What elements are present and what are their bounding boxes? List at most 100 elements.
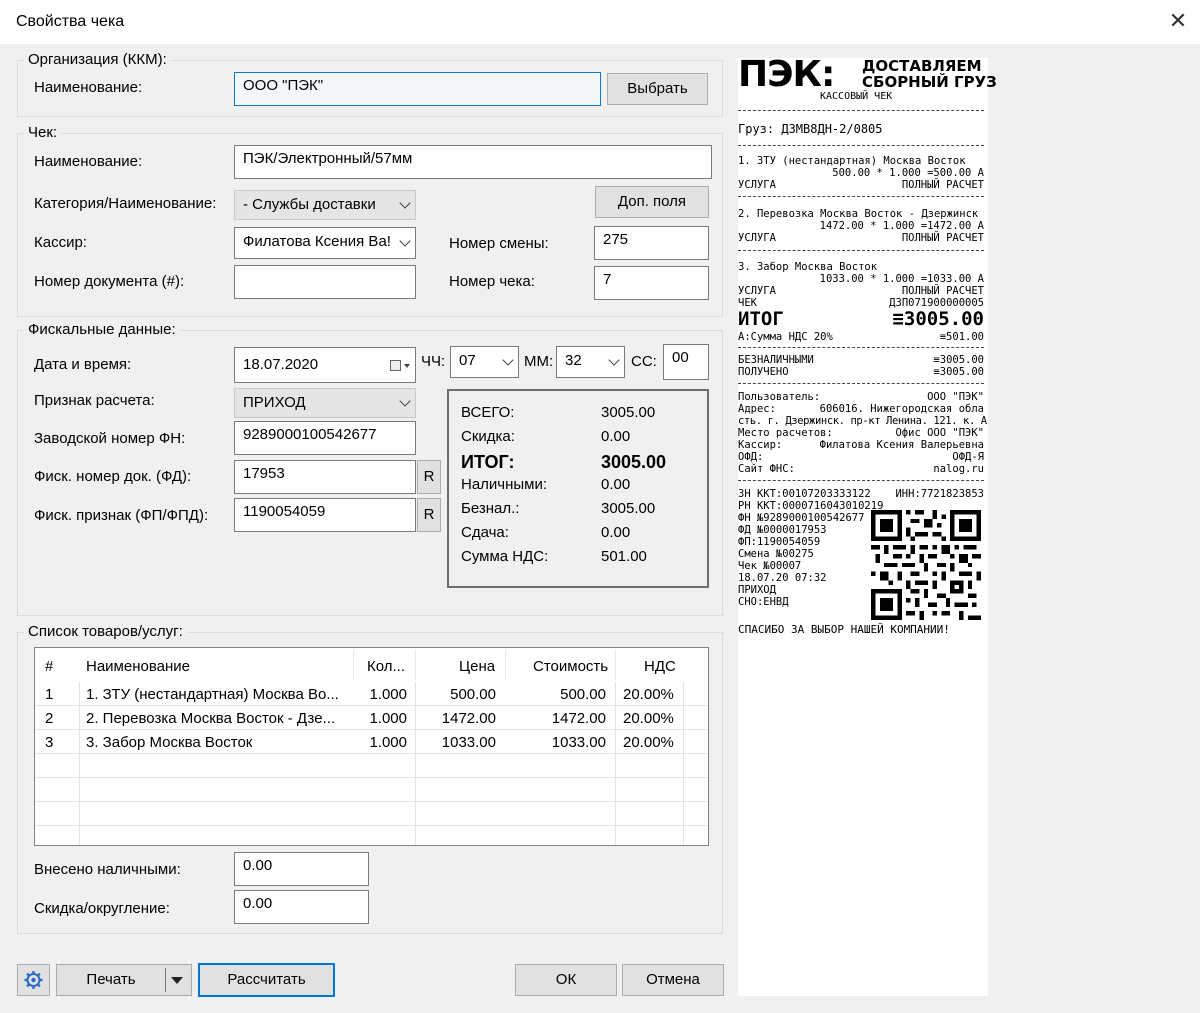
table-cell[interactable]: 1472.00 bbox=[525, 710, 606, 727]
change-value: 0.00 bbox=[601, 524, 631, 541]
receipt-shift: Смена №00275 bbox=[738, 548, 814, 560]
hh-combo[interactable]: 07 bbox=[450, 346, 519, 378]
receipt-sign: ПРИХОД bbox=[738, 584, 776, 596]
table-cell[interactable]: 2 bbox=[45, 710, 53, 727]
receipt-fp: ФП:1190054059 bbox=[738, 536, 821, 548]
receipt-vat-label: А:Сумма НДС 20% bbox=[738, 331, 833, 343]
table-cell[interactable]: 20.00% bbox=[623, 710, 674, 727]
cancel-button[interactable]: Отмена bbox=[622, 964, 724, 996]
receipt-itog-label: ИТОГ bbox=[738, 308, 784, 330]
date-field[interactable]: 18.07.2020 bbox=[234, 347, 416, 383]
receipt-cargo: Груз: ДЗМВ8ДН-2/0805 bbox=[738, 122, 883, 136]
col-header-price[interactable]: Цена bbox=[459, 658, 495, 675]
table-cell[interactable]: 1 bbox=[45, 686, 53, 703]
cashier-combo[interactable]: Филатова Ксения Ва! bbox=[234, 227, 416, 259]
receipt-place-value: Офис ООО "ПЭК" bbox=[895, 427, 984, 439]
receipt-item1-calc: 500.00 * 1.000 =500.00 А bbox=[832, 167, 984, 179]
table-cell[interactable]: 20.00% bbox=[623, 734, 674, 751]
receipt-addr-value-1: 606016. Нижегородская обла bbox=[819, 403, 984, 415]
title-bar bbox=[0, 0, 1200, 44]
ss-label: СС: bbox=[631, 353, 657, 370]
col-header-vat[interactable]: НДС bbox=[644, 658, 676, 675]
checknum-field[interactable]: 7 bbox=[594, 266, 709, 300]
choose-org-button[interactable]: Выбрать bbox=[607, 73, 708, 105]
ss-field[interactable]: 00 bbox=[663, 344, 709, 380]
docnum-field[interactable] bbox=[234, 265, 416, 299]
dropdown-arrow-icon[interactable] bbox=[171, 977, 183, 984]
receipt-fn: ФН №9289000100542677 bbox=[738, 512, 865, 524]
col-header-num[interactable]: # bbox=[45, 658, 53, 675]
receipt-user-value: ООО "ПЭК" bbox=[927, 391, 984, 403]
table-cell[interactable]: 500.00 bbox=[425, 686, 496, 703]
cash-in-field[interactable]: 0.00 bbox=[234, 852, 369, 886]
hh-value: 07 bbox=[459, 352, 476, 369]
print-button-label[interactable]: Печать bbox=[57, 965, 165, 995]
header-separator bbox=[415, 650, 416, 680]
fp-field[interactable]: 1190054059 bbox=[234, 498, 416, 532]
table-cell[interactable]: 1.000 bbox=[353, 734, 407, 751]
table-cell[interactable]: 20.00% bbox=[623, 686, 674, 703]
org-name-field[interactable]: ООО "ПЭК" bbox=[234, 72, 601, 106]
receipt-divider bbox=[738, 196, 984, 197]
table-cell[interactable]: 1033.00 bbox=[525, 734, 606, 751]
receipt-preview: ПЭК: ДОСТАВЛЯЕМ СБОРНЫЙ ГРУЗ КАССОВЫЙ ЧЕ… bbox=[738, 54, 997, 996]
mm-label: ММ: bbox=[524, 353, 554, 370]
rounding-label: Скидка/округление: bbox=[34, 900, 170, 917]
receipt-divider bbox=[738, 480, 984, 481]
receipt-slogan-2: СБОРНЫЙ ГРУЗ bbox=[862, 73, 997, 91]
receipt-noncash-label: БЕЗНАЛИЧНЫМИ bbox=[738, 354, 814, 366]
check-name-field[interactable]: ПЭК/Электронный/57мм bbox=[234, 145, 712, 179]
receipt-user-label: Пользователь: bbox=[738, 391, 821, 403]
col-header-name[interactable]: Наименование bbox=[86, 658, 190, 675]
receipt-ofd-label: ОФД: bbox=[738, 451, 764, 463]
receipt-logo: ПЭК: bbox=[738, 54, 835, 95]
col-header-qty[interactable]: Кол... bbox=[367, 658, 405, 675]
fn-field[interactable]: 9289000100542677 bbox=[234, 421, 416, 455]
table-cell[interactable]: 1.000 bbox=[353, 710, 407, 727]
table-cell[interactable]: 1472.00 bbox=[425, 710, 496, 727]
org-group-label: Организация (ККМ): bbox=[24, 51, 171, 68]
rounding-field[interactable]: 0.00 bbox=[234, 890, 369, 924]
chevron-down-icon bbox=[608, 354, 620, 366]
goods-table[interactable]: # Наименование Кол... Цена Стоимость НДС… bbox=[34, 647, 709, 846]
shift-field[interactable]: 275 bbox=[594, 226, 709, 260]
table-cell[interactable]: 1. ЗТУ (нестандартная) Москва Во... bbox=[86, 686, 348, 703]
sign-combo[interactable]: ПРИХОД bbox=[234, 388, 416, 418]
fn-label: Заводской номер ФН: bbox=[34, 430, 186, 447]
receipt-item1-type: УСЛУГА bbox=[738, 179, 776, 191]
fp-refresh-button[interactable]: R bbox=[417, 498, 441, 532]
fd-refresh-button[interactable]: R bbox=[417, 460, 441, 494]
print-split-button[interactable]: Печать bbox=[56, 964, 192, 996]
table-cell[interactable]: 500.00 bbox=[525, 686, 606, 703]
grid-line bbox=[683, 682, 684, 845]
settings-button[interactable] bbox=[17, 964, 50, 996]
card-label: Безнал.: bbox=[461, 500, 520, 517]
mm-combo[interactable]: 32 bbox=[556, 346, 625, 378]
receipt-cashier-label: Кассир: bbox=[738, 439, 783, 451]
table-cell[interactable]: 1033.00 bbox=[425, 734, 496, 751]
calculate-button[interactable]: Рассчитать bbox=[198, 963, 335, 997]
table-cell[interactable]: 1.000 bbox=[353, 686, 407, 703]
grid-line bbox=[415, 682, 416, 845]
category-combo[interactable]: - Службы доставки bbox=[234, 190, 416, 220]
goods-group-label: Список товаров/услуг: bbox=[24, 623, 187, 640]
sign-label: Признак расчета: bbox=[34, 392, 155, 409]
qr-code bbox=[871, 510, 981, 620]
close-icon[interactable]: ✕ bbox=[1163, 6, 1193, 36]
calendar-icon[interactable] bbox=[390, 360, 401, 371]
table-cell[interactable]: 2. Перевозка Москва Восток - Дзе... bbox=[86, 710, 348, 727]
fd-label: Фиск. номер док. (ФД): bbox=[34, 468, 192, 485]
table-cell[interactable]: 3 bbox=[45, 734, 53, 751]
grid-line bbox=[79, 682, 80, 845]
header-separator bbox=[615, 650, 616, 680]
receipt-thanks: СПАСИБО ЗА ВЫБОР НАШЕЙ КОМПАНИИ! bbox=[738, 623, 950, 636]
table-cell[interactable]: 3. Забор Москва Восток bbox=[86, 734, 348, 751]
receipt-item2-calc: 1472.00 * 1.000 =1472.00 А bbox=[819, 220, 984, 232]
col-header-cost[interactable]: Стоимость bbox=[533, 658, 608, 675]
extra-fields-button[interactable]: Доп. поля bbox=[595, 186, 709, 218]
cash-in-label: Внесено наличными: bbox=[34, 861, 181, 878]
ok-button[interactable]: ОК bbox=[515, 964, 617, 996]
split-divider bbox=[165, 968, 166, 992]
vat-value: 501.00 bbox=[601, 548, 647, 565]
fd-field[interactable]: 17953 bbox=[234, 460, 416, 494]
